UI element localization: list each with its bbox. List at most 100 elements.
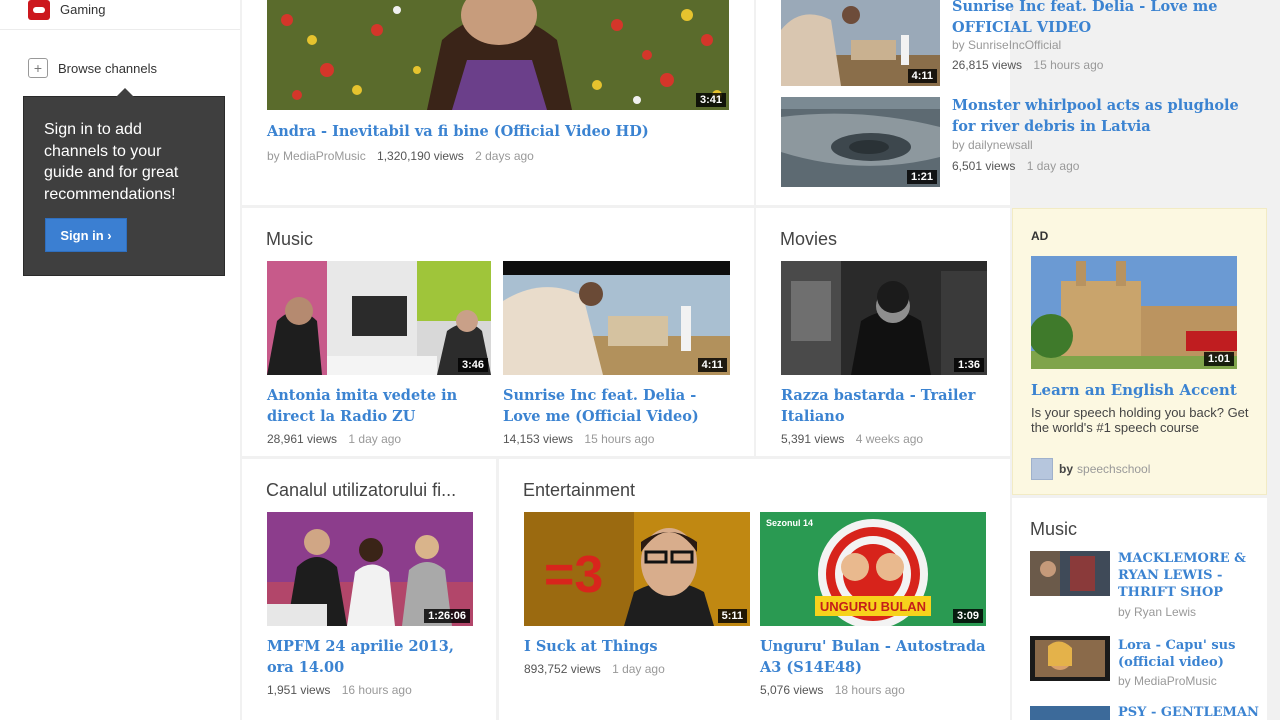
- channel-link[interactable]: by SunriseIncOfficial: [952, 38, 1061, 52]
- video-title-link[interactable]: Unguru' Bulan - Autostrada A3 (S14E48): [760, 636, 986, 678]
- sidebar-item-label: Browse channels: [58, 60, 157, 76]
- video-title-link[interactable]: Razza bastarda - Trailer Italiano: [781, 385, 996, 427]
- tooltip-text: Sign in to add channels to your guide an…: [44, 121, 179, 203]
- plus-icon: +: [28, 58, 48, 78]
- upload-age: 4 weeks ago: [855, 432, 924, 446]
- thumbnail-text: Sezonul 14: [766, 518, 813, 528]
- shelf-title[interactable]: Entertainment: [523, 480, 635, 501]
- shelf-title[interactable]: Music: [1030, 519, 1077, 540]
- ad-byline: by speechschool: [1031, 458, 1150, 480]
- thumbnail-image: [1030, 636, 1110, 681]
- channel-link[interactable]: by Ryan Lewis: [1118, 605, 1196, 619]
- entertainment-shelf: Entertainment =3 5:11 I Suck at Things 8…: [499, 459, 1010, 720]
- video-thumbnail[interactable]: [1030, 636, 1110, 681]
- video-title-link[interactable]: Sunrise Inc feat. Delia - Love me OFFICI…: [952, 0, 1242, 38]
- video-meta: by MediaProMusic 1,320,190 views 2 days …: [267, 149, 534, 163]
- video-thumbnail[interactable]: 1:21: [781, 97, 940, 187]
- channel-shelf: Canalul utilizatorului fi... 1:26:06 MPF…: [242, 459, 496, 720]
- shelf-title[interactable]: Canalul utilizatorului fi...: [266, 480, 456, 501]
- upload-age: 1 day ago: [1026, 159, 1080, 173]
- thumbnail-image: [1030, 706, 1110, 720]
- video-meta: 1,951 views 16 hours ago: [267, 683, 412, 697]
- view-count: 14,153 views: [503, 432, 574, 446]
- video-title-link[interactable]: Antonia imita vedete in direct la Radio …: [267, 385, 491, 427]
- duration-badge: 1:01: [1203, 352, 1234, 366]
- video-meta: 14,153 views 15 hours ago: [503, 432, 654, 446]
- signin-tooltip: Sign in to add channels to your guide an…: [23, 88, 225, 276]
- music-shelf: Music 3:46 Antonia imita vedete in direc…: [242, 208, 754, 456]
- channel-link[interactable]: by MediaProMusic: [267, 149, 366, 163]
- thumbnail-image: [1030, 551, 1110, 596]
- upload-age: 15 hours ago: [1033, 58, 1104, 72]
- shelf-title[interactable]: Music: [266, 229, 313, 250]
- view-count: 1,951 views: [267, 683, 331, 697]
- ad-description: Is your speech holding you back? Get the…: [1031, 405, 1249, 435]
- video-meta: 5,076 views 18 hours ago: [760, 683, 905, 697]
- video-title-link[interactable]: I Suck at Things: [524, 636, 750, 657]
- ad-title-link[interactable]: Learn an English Accent: [1031, 381, 1237, 399]
- duration-badge: 1:26:06: [424, 609, 470, 623]
- duration-badge: 5:11: [717, 609, 747, 623]
- sidebar-item-gaming[interactable]: Gaming: [0, 0, 240, 30]
- video-meta: 6,501 views 1 day ago: [952, 159, 1079, 173]
- duration-badge: 3:41: [695, 93, 726, 107]
- video-title-link[interactable]: Sunrise Inc feat. Delia - Love me (Offic…: [503, 385, 730, 427]
- video-thumbnail[interactable]: 1:36: [781, 261, 987, 375]
- right-music-list: Music MACKLEMORE & RYAN LEWIS - THRIFT S…: [1012, 498, 1267, 720]
- video-meta: 893,752 views 1 day ago: [524, 662, 665, 676]
- video-thumbnail[interactable]: UNGURU BULAN Sezonul 14 3:09: [760, 512, 986, 626]
- guide-sidebar: Gaming + Browse channels Sign in to add …: [0, 0, 240, 720]
- upload-age: 2 days ago: [475, 149, 534, 163]
- view-count: 893,752 views: [524, 662, 601, 676]
- view-count: 5,391 views: [781, 432, 845, 446]
- video-meta: 26,815 views 15 hours ago: [952, 58, 1103, 72]
- shelf-title[interactable]: Movies: [780, 229, 837, 250]
- channel-link[interactable]: by MediaProMusic: [1118, 674, 1217, 688]
- video-title-link[interactable]: Lora - Capu' sus (official video): [1118, 637, 1258, 671]
- video-thumbnail[interactable]: 4:11: [781, 0, 940, 86]
- sidebar-item-browse-channels[interactable]: + Browse channels: [0, 48, 240, 88]
- video-meta: 28,961 views 1 day ago: [267, 432, 401, 446]
- ad-unit: AD 1:01 Learn an English Accent Is your …: [1012, 208, 1267, 495]
- video-thumbnail[interactable]: =3 5:11: [524, 512, 750, 626]
- duration-badge: 3:09: [952, 609, 983, 623]
- by-label: by: [1059, 462, 1074, 476]
- video-title-link[interactable]: MPFM 24 aprilie 2013, ora 14.00: [267, 636, 482, 678]
- video-thumbnail[interactable]: 3:46: [267, 261, 491, 375]
- duration-badge: 4:11: [697, 358, 727, 372]
- ad-thumbnail[interactable]: 1:01: [1031, 256, 1237, 369]
- movies-shelf: Movies 1:36 Razza bastarda - Trailer Ita…: [756, 208, 1010, 456]
- page: Gaming + Browse channels Sign in to add …: [0, 0, 1280, 720]
- video-thumbnail[interactable]: [1030, 706, 1110, 720]
- video-thumbnail[interactable]: [1030, 551, 1110, 596]
- channel-link[interactable]: speechschool: [1077, 462, 1150, 476]
- sign-in-button[interactable]: Sign in ›: [45, 218, 127, 252]
- thumbnail-text: =3: [544, 546, 603, 604]
- ad-label: AD: [1031, 229, 1049, 243]
- upload-age: 1 day ago: [612, 662, 665, 676]
- thumbnail-image: [267, 0, 729, 110]
- video-title-link[interactable]: Monster whirlpool acts as plughole for r…: [952, 95, 1242, 137]
- view-count: 5,076 views: [760, 683, 824, 697]
- thumbnail-text: UNGURU BULAN: [820, 599, 926, 614]
- duration-badge: 3:46: [457, 358, 488, 372]
- video-thumbnail[interactable]: 1:26:06: [267, 512, 473, 626]
- featured-card: 3:41 Andra - Inevitabil va fi bine (Offi…: [242, 0, 754, 205]
- video-meta: 5,391 views 4 weeks ago: [781, 432, 923, 446]
- video-thumbnail[interactable]: 4:11: [503, 261, 730, 375]
- video-title-link[interactable]: Andra - Inevitabil va fi bine (Official …: [267, 121, 737, 142]
- upload-age: 18 hours ago: [834, 683, 905, 697]
- gaming-icon: [28, 0, 50, 20]
- view-count: 26,815 views: [952, 58, 1023, 72]
- view-count: 1,320,190 views: [377, 149, 464, 163]
- avatar[interactable]: [1031, 458, 1053, 480]
- sidebar-item-label: Gaming: [60, 2, 106, 17]
- video-thumbnail[interactable]: 3:41: [267, 0, 729, 110]
- top-right-list: 4:11 Sunrise Inc feat. Delia - Love me O…: [756, 0, 1239, 205]
- thumbnail-image: =3: [524, 512, 750, 626]
- view-count: 28,961 views: [267, 432, 338, 446]
- video-title-link[interactable]: MACKLEMORE & RYAN LEWIS - THRIFT SHOP: [1118, 550, 1258, 601]
- video-title-link[interactable]: PSY - GENTLEMAN: [1118, 704, 1259, 720]
- channel-link[interactable]: by dailynewsall: [952, 138, 1033, 152]
- thumbnail-image: [503, 261, 730, 375]
